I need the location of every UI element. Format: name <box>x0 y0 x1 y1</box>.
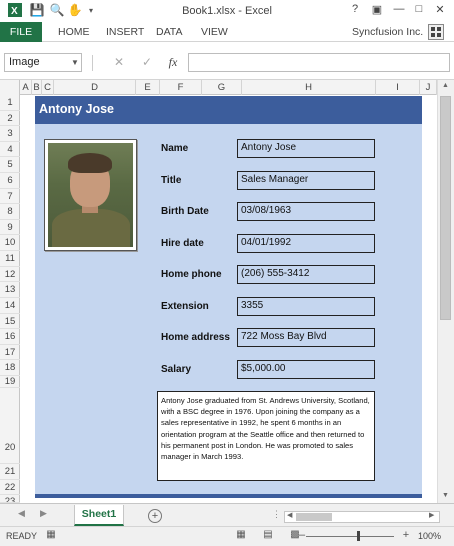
column-header-d[interactable]: D <box>54 80 136 95</box>
enter-formula-button[interactable]: ✓ <box>138 54 156 71</box>
minimize-button[interactable]: — <box>390 3 408 19</box>
row-header[interactable]: 15 <box>0 314 20 329</box>
tab-sheet1[interactable]: Sheet1 <box>74 505 124 526</box>
vertical-scroll-thumb[interactable] <box>440 96 451 320</box>
employee-photo-image <box>48 143 133 247</box>
account-name[interactable]: Syncfusion Inc. <box>352 22 423 42</box>
zoom-in-icon[interactable]: + <box>400 529 412 541</box>
insert-function-button[interactable]: fx <box>164 54 182 71</box>
scroll-up-icon[interactable]: ▲ <box>437 82 454 89</box>
scroll-right-icon[interactable]: ▶ <box>429 511 434 519</box>
row-header[interactable]: 18 <box>0 360 20 376</box>
formula-input[interactable] <box>188 53 450 72</box>
column-header-g[interactable]: G <box>202 80 242 95</box>
close-button[interactable]: ✕ <box>431 3 449 19</box>
row-header[interactable]: 3 <box>0 126 20 142</box>
row-header[interactable]: 13 <box>0 282 20 298</box>
field-value-extension[interactable]: 3355 <box>237 297 375 316</box>
employee-bio[interactable]: Antony Jose graduated from St. Andrews U… <box>157 391 375 481</box>
add-sheet-button[interactable]: + <box>148 509 162 523</box>
page-layout-view-icon[interactable]: ▤ <box>262 529 274 541</box>
tab-view[interactable]: VIEW <box>201 22 228 42</box>
field-value-birth-date[interactable]: 03/08/1963 <box>237 202 375 221</box>
row-header[interactable]: 1 <box>0 95 20 111</box>
maximize-button[interactable]: □ <box>410 3 428 19</box>
field-label-home-phone: Home phone <box>161 269 222 280</box>
scroll-down-icon[interactable]: ▼ <box>437 492 454 499</box>
column-header-c[interactable]: C <box>42 80 54 95</box>
row-header[interactable]: 9 <box>0 220 20 235</box>
field-label-title: Title <box>161 175 182 186</box>
field-label-salary: Salary <box>161 364 192 375</box>
row-header[interactable]: 6 <box>0 173 20 189</box>
row-header[interactable]: 14 <box>0 298 20 314</box>
tab-insert[interactable]: INSERT <box>106 22 144 42</box>
prev-sheet-icon[interactable]: ◀ <box>18 508 25 519</box>
employee-photo[interactable] <box>44 139 137 251</box>
row-header[interactable]: 8 <box>0 204 20 220</box>
field-value-salary[interactable]: $5,000.00 <box>237 360 375 379</box>
row-header[interactable]: 23 <box>0 495 20 503</box>
row-header[interactable]: 5 <box>0 157 20 173</box>
row-header[interactable]: 16 <box>0 329 20 345</box>
row-header[interactable]: 7 <box>0 189 20 204</box>
scroll-left-icon[interactable]: ◀ <box>287 511 292 519</box>
column-header-i[interactable]: I <box>376 80 420 95</box>
field-label-home-address: Home address <box>161 332 230 343</box>
column-header-b[interactable]: B <box>32 80 42 95</box>
tab-data[interactable]: DATA <box>156 22 182 42</box>
normal-view-icon[interactable]: ▦ <box>235 529 247 541</box>
zoom-slider-handle[interactable] <box>357 531 360 541</box>
employee-name-heading: Antony Jose <box>39 102 115 116</box>
select-all-corner[interactable] <box>0 80 20 95</box>
row-header[interactable]: 17 <box>0 345 20 360</box>
zoom-out-icon[interactable]: – <box>296 529 308 541</box>
help-button[interactable]: ? <box>346 3 364 19</box>
zoom-level[interactable]: 100% <box>418 531 441 541</box>
column-header-h[interactable]: H <box>242 80 376 95</box>
field-value-home-phone[interactable]: (206) 555-3412 <box>237 265 375 284</box>
row-header[interactable]: 19 <box>0 376 20 388</box>
chevron-down-icon[interactable]: ▼ <box>68 53 82 72</box>
ribbon-display-options-icon[interactable]: ▣ <box>368 3 386 19</box>
row-header[interactable]: 22 <box>0 480 20 495</box>
field-label-name: Name <box>161 143 189 154</box>
row-header[interactable]: 21 <box>0 464 20 480</box>
divider <box>92 55 93 71</box>
field-value-hire-date[interactable]: 04/01/1992 <box>237 234 375 253</box>
row-header[interactable]: 12 <box>0 267 20 282</box>
zoom-slider[interactable] <box>306 536 394 537</box>
macro-record-icon[interactable]: ▦ <box>45 529 57 541</box>
field-label-birth-date: Birth Date <box>161 206 209 217</box>
tab-split-handle-icon[interactable]: ⋮ <box>272 509 281 520</box>
row-header[interactable]: 11 <box>0 251 20 267</box>
horizontal-scroll-thumb[interactable] <box>296 513 332 521</box>
tab-home[interactable]: HOME <box>58 22 90 42</box>
field-label-extension: Extension <box>161 301 209 312</box>
cancel-formula-button[interactable]: ✕ <box>110 54 128 71</box>
field-value-home-address[interactable]: 722 Moss Bay Blvd <box>237 328 375 347</box>
column-header-a[interactable]: A <box>20 80 32 95</box>
field-label-hire-date: Hire date <box>161 238 204 249</box>
row-header[interactable]: 4 <box>0 142 20 157</box>
account-layout-icon[interactable] <box>428 24 444 40</box>
field-value-title[interactable]: Sales Manager <box>237 171 375 190</box>
row-header[interactable]: 2 <box>0 111 20 126</box>
row-header[interactable]: 20 <box>0 388 20 464</box>
tab-file[interactable]: FILE <box>0 22 42 42</box>
next-sheet-icon[interactable]: ▶ <box>40 508 47 519</box>
status-ready: READY <box>6 531 38 541</box>
column-header-j[interactable]: J <box>420 80 437 95</box>
column-header-e[interactable]: E <box>136 80 160 95</box>
row-header[interactable]: 10 <box>0 235 20 251</box>
column-header-f[interactable]: F <box>160 80 202 95</box>
field-value-name[interactable]: Antony Jose <box>237 139 375 158</box>
